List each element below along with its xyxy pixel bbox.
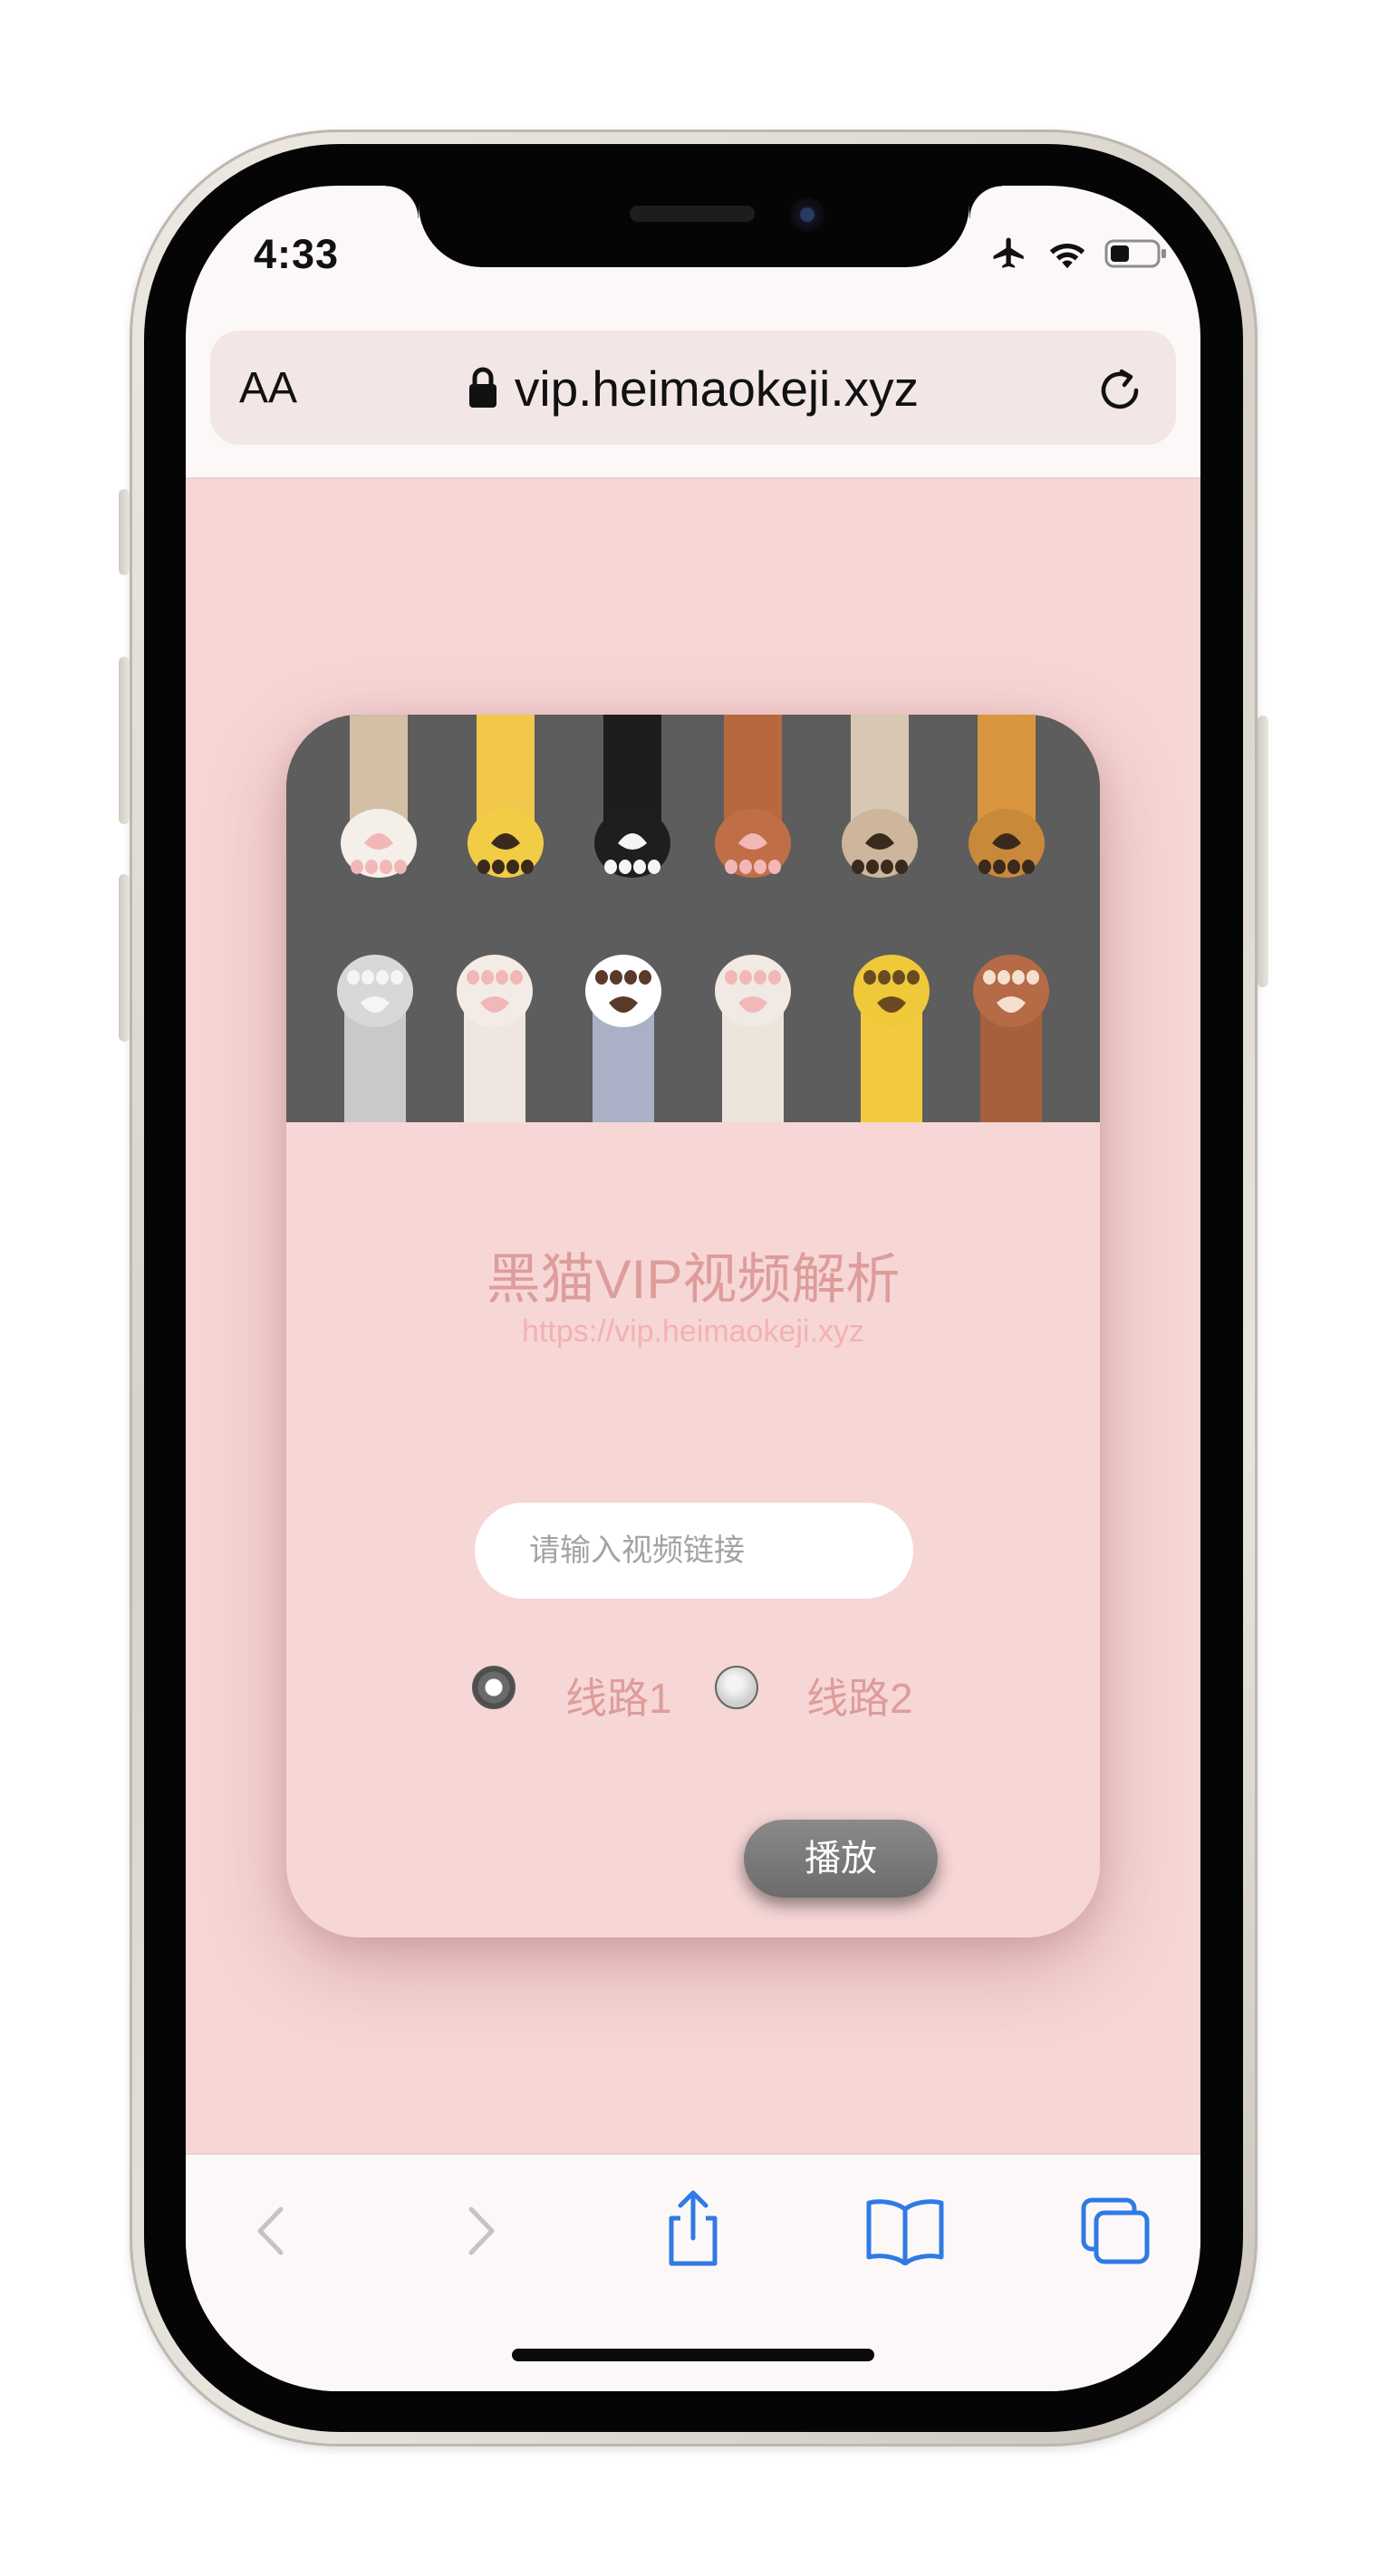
power-button <box>1258 716 1268 987</box>
toe-bean <box>351 860 363 874</box>
toe-bean <box>477 860 490 874</box>
toe-bean <box>998 970 1010 985</box>
route-2-radio[interactable] <box>715 1666 758 1709</box>
toe-bean <box>852 860 864 874</box>
toe-bean <box>907 970 920 985</box>
lock-icon <box>468 367 496 408</box>
toe-bean <box>496 970 508 985</box>
toe-bean <box>754 970 766 985</box>
toe-bean <box>895 860 908 874</box>
toe-bean <box>604 860 617 874</box>
battery-icon <box>1104 239 1166 268</box>
forward-icon[interactable] <box>448 2195 512 2267</box>
toe-bean <box>610 970 622 985</box>
toe-bean <box>506 860 519 874</box>
home-indicator <box>512 2349 874 2361</box>
toe-bean <box>390 970 403 985</box>
toe-bean <box>993 860 1006 874</box>
toe-bean <box>739 860 752 874</box>
back-icon[interactable] <box>240 2195 304 2267</box>
bottom-paw <box>973 955 1049 1027</box>
toe-bean <box>754 860 766 874</box>
bottom-paw <box>585 955 661 1027</box>
site-title: 黑猫VIP视频解析 <box>486 1249 901 1310</box>
mute-switch <box>119 489 130 575</box>
toe-bean <box>878 970 891 985</box>
toe-bean <box>866 860 879 874</box>
bottom-paw <box>337 955 413 1027</box>
cat-paws-banner <box>286 715 1100 1122</box>
toe-bean <box>467 970 479 985</box>
notch <box>386 186 1002 267</box>
toe-bean <box>725 970 737 985</box>
route-2-label[interactable]: 线路2 <box>806 1666 913 1725</box>
url-text: vip.heimaokeji.xyz <box>514 360 920 417</box>
wifi-icon <box>1049 243 1085 269</box>
toe-bean <box>521 860 534 874</box>
airplane-icon <box>993 237 1024 268</box>
toe-bean <box>768 970 781 985</box>
toe-bean <box>633 860 646 874</box>
bottom-paw <box>715 955 791 1027</box>
toe-bean <box>983 970 996 985</box>
toe-bean <box>739 970 752 985</box>
toe-bean <box>978 860 991 874</box>
reload-icon[interactable] <box>1094 363 1145 414</box>
address-bar[interactable]: AA vip.heimaokeji.xyz <box>210 331 1176 445</box>
toe-bean <box>361 970 374 985</box>
toe-bean <box>347 970 360 985</box>
volume-up-button <box>119 657 130 824</box>
share-icon[interactable] <box>655 2187 731 2269</box>
parser-card: 黑猫VIP视频解析 https://vip.heimaokeji.xyz 线路1… <box>286 715 1100 1937</box>
volume-down-button <box>119 874 130 1042</box>
toe-bean <box>492 860 505 874</box>
camera <box>790 197 824 232</box>
bottom-paw <box>457 955 533 1027</box>
web-page: 黑猫VIP视频解析 https://vip.heimaokeji.xyz 线路1… <box>186 479 1200 2153</box>
toe-bean <box>725 860 737 874</box>
toe-bean <box>619 860 631 874</box>
toe-bean <box>481 970 494 985</box>
site-url-subtitle: https://vip.heimaokeji.xyz <box>522 1314 864 1349</box>
toe-bean <box>892 970 905 985</box>
screen: 4:33 AA vip.heimaokeji.xyz 黑猫VIP视频解析 htt… <box>186 186 1200 2391</box>
url-display[interactable]: vip.heimaokeji.xyz <box>210 360 1176 418</box>
speaker-grille <box>630 206 755 222</box>
play-button[interactable]: 播放 <box>744 1820 938 1898</box>
route-selector: 线路1 线路2 <box>286 1657 1100 1722</box>
tabs-icon[interactable] <box>1078 2195 1154 2267</box>
toe-bean <box>768 860 781 874</box>
toe-bean <box>1022 860 1035 874</box>
toe-bean <box>624 970 637 985</box>
toe-bean <box>510 970 523 985</box>
toe-bean <box>380 860 392 874</box>
route-1-label[interactable]: 线路1 <box>565 1666 672 1725</box>
bottom-paw <box>853 955 930 1027</box>
toe-bean <box>863 970 876 985</box>
toe-bean <box>394 860 407 874</box>
toe-bean <box>1027 970 1039 985</box>
toe-bean <box>595 970 608 985</box>
route-1-radio[interactable] <box>472 1666 516 1709</box>
bookmarks-icon[interactable] <box>863 2196 947 2265</box>
toe-bean <box>365 860 378 874</box>
video-url-input[interactable] <box>475 1503 913 1599</box>
toe-bean <box>1007 860 1020 874</box>
toe-bean <box>376 970 389 985</box>
status-icons <box>988 231 1168 276</box>
toe-bean <box>648 860 660 874</box>
status-time: 4:33 <box>254 231 340 277</box>
toe-bean <box>639 970 651 985</box>
toe-bean <box>1012 970 1025 985</box>
toe-bean <box>881 860 893 874</box>
